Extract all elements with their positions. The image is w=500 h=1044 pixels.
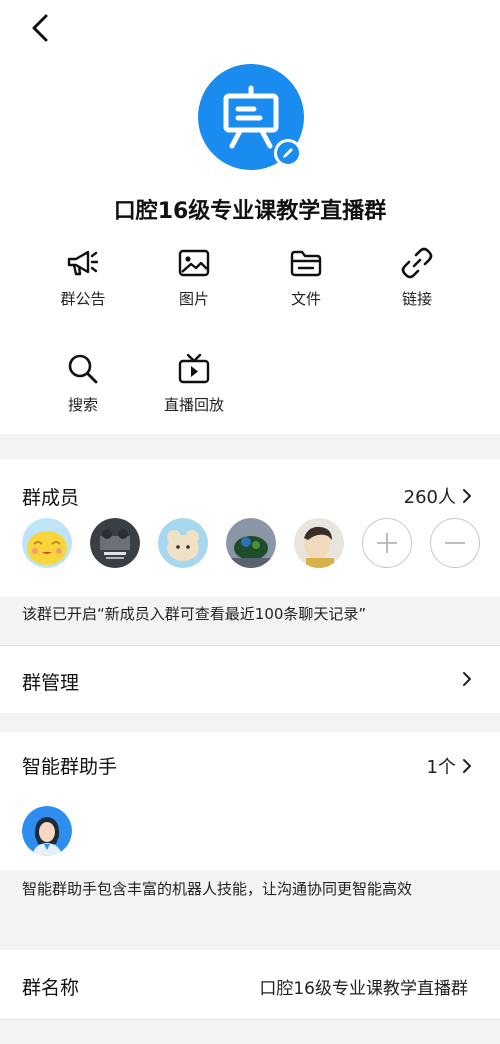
search-icon (33, 352, 133, 386)
members-section: 群成员 260人 (0, 459, 500, 597)
action-files[interactable]: 文件 (256, 246, 356, 309)
chevron-right-icon (463, 489, 471, 503)
link-icon (367, 246, 467, 280)
action-links[interactable]: 链接 (367, 246, 467, 309)
assistant-description: 智能群助手包含丰富的机器人技能，让沟通协同更智能高效 (0, 870, 500, 930)
group-name-row[interactable]: 群名称 口腔16级专业课教学直播群 (0, 950, 500, 1020)
add-member-button[interactable] (362, 518, 412, 568)
assistant-count: 1个 (426, 757, 456, 778)
folder-icon (256, 246, 356, 280)
action-label: 群公告 (60, 290, 106, 308)
group-manage-row[interactable]: 群管理 (0, 645, 500, 713)
group-title: 口腔16级专业课教学直播群 (113, 199, 387, 224)
edit-avatar-button[interactable] (274, 139, 302, 167)
assistant-section: 智能群助手 1个 (0, 732, 500, 870)
group-name-label: 群名称 (22, 977, 80, 999)
presentation-board-icon (223, 85, 279, 149)
tv-playback-icon (144, 352, 244, 386)
pencil-icon (283, 148, 293, 158)
back-arrow-icon[interactable] (22, 10, 58, 46)
action-label: 链接 (401, 290, 432, 308)
history-notice: 该群已开启“新成员入群可查看最近100条聊天记录” (22, 605, 367, 623)
action-live-playback[interactable]: 直播回放 (144, 352, 244, 415)
action-label: 搜索 (67, 396, 98, 414)
action-images[interactable]: 图片 (144, 246, 244, 309)
action-announcement[interactable]: 群公告 (33, 246, 133, 309)
action-label: 直播回放 (163, 396, 224, 414)
megaphone-icon (33, 246, 133, 280)
group-info-header: 口腔16级专业课教学直播群 群公告 图片 文件 链接 搜索 直播回放 (0, 0, 500, 434)
action-label: 文件 (290, 290, 321, 308)
plus-icon (377, 533, 397, 553)
member-avatar[interactable] (158, 518, 208, 568)
members-count-link[interactable]: 260人 (404, 483, 472, 509)
member-avatar[interactable] (90, 518, 140, 568)
group-manage-title: 群管理 (22, 672, 80, 694)
remove-member-button[interactable] (430, 518, 480, 568)
chevron-right-icon (462, 671, 472, 687)
assistant-count-link[interactable]: 1个 (427, 753, 472, 779)
image-icon (144, 246, 244, 280)
minus-icon (445, 542, 465, 544)
member-avatar[interactable] (22, 518, 72, 568)
members-title: 群成员 (22, 487, 80, 509)
group-name-value: 口腔16级专业课教学直播群 (259, 979, 468, 999)
action-label: 图片 (178, 290, 209, 308)
member-avatar-list (22, 518, 480, 568)
assistant-avatar[interactable] (22, 806, 72, 856)
member-avatar[interactable] (226, 518, 276, 568)
member-avatar[interactable] (294, 518, 344, 568)
members-count: 260人 (403, 487, 456, 508)
assistant-title: 智能群助手 (22, 756, 118, 778)
action-search[interactable]: 搜索 (33, 352, 133, 415)
chevron-right-icon (463, 759, 471, 773)
